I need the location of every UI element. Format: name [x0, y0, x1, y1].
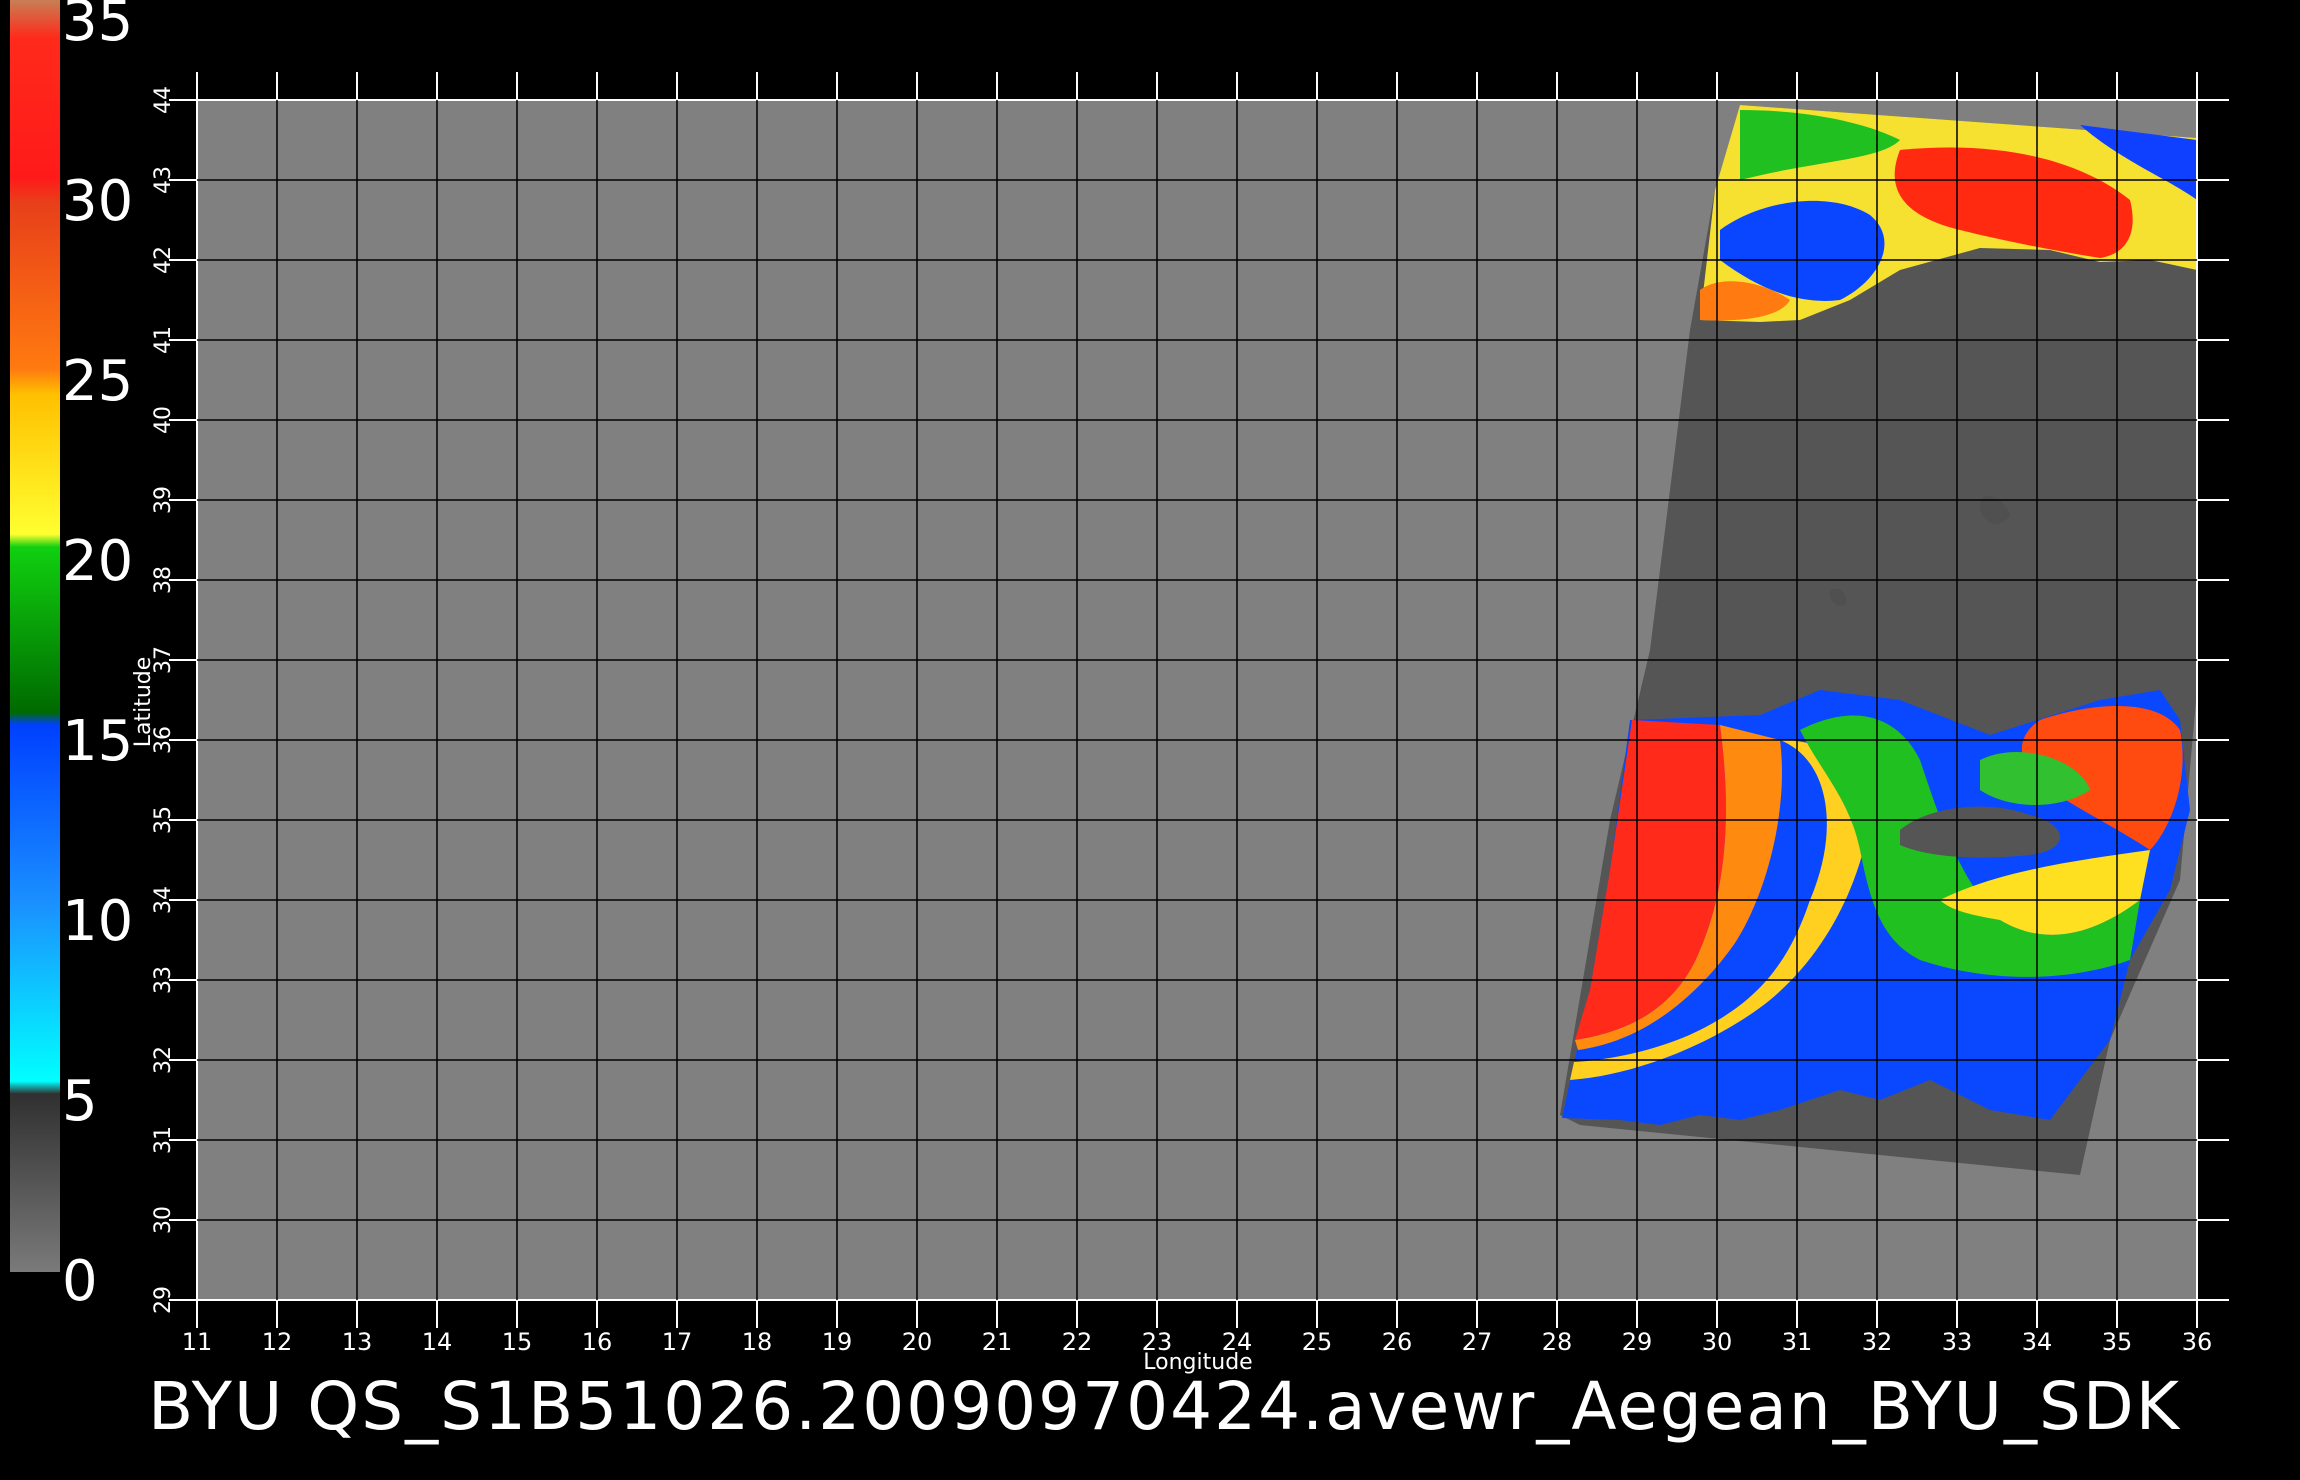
colorbar-tick-label: 30	[62, 169, 133, 234]
x-tick-label: 15	[502, 1328, 533, 1356]
x-tick-label: 28	[1542, 1328, 1573, 1356]
x-tick-label: 34	[2022, 1328, 2053, 1356]
y-tick-label: 38	[151, 566, 176, 594]
colorbar-tick-label: 0	[62, 1249, 98, 1314]
x-tick-label: 29	[1622, 1328, 1653, 1356]
y-tick-label: 40	[151, 406, 176, 434]
colorbar-tick-label: 10	[62, 889, 133, 954]
y-axis-label: Latitude	[131, 657, 156, 748]
y-tick-label: 42	[151, 246, 176, 274]
x-tick-label: 17	[662, 1328, 693, 1356]
x-tick-label: 13	[342, 1328, 373, 1356]
x-tick-label: 16	[582, 1328, 613, 1356]
x-tick-label: 26	[1382, 1328, 1413, 1356]
colorbar-tick-label: 15	[62, 709, 133, 774]
y-tick-label: 32	[151, 1046, 176, 1074]
x-tick-label: 11	[182, 1328, 213, 1356]
x-tick-label: 18	[742, 1328, 773, 1356]
y-tick-label: 44	[151, 86, 176, 114]
x-tick-label: 22	[1062, 1328, 1093, 1356]
colorbar-tick-label: 35	[62, 0, 133, 54]
y-tick-label: 34	[151, 886, 176, 914]
colorbar-tick-label: 5	[62, 1069, 98, 1134]
y-tick-label: 35	[151, 806, 176, 834]
x-tick-label: 36	[2182, 1328, 2213, 1356]
x-tick-label: 31	[1782, 1328, 1813, 1356]
colorbar-gradient	[10, 0, 60, 1272]
colorbar-tick-label: 25	[62, 349, 133, 414]
x-tick-label: 14	[422, 1328, 453, 1356]
x-tick-label: 30	[1702, 1328, 1733, 1356]
x-tick-label: 27	[1462, 1328, 1493, 1356]
x-tick-label: 19	[822, 1328, 853, 1356]
y-tick-label: 30	[151, 1206, 176, 1234]
caption: BYU QS_S1B51026.20090970424.avewr_Aegean…	[148, 1368, 2181, 1445]
y-tick-label: 39	[151, 486, 176, 514]
plot-area: 11 12 13 14 15 16 17 18 19 20 21 22 23 24 25 26 27 28 29 30…	[131, 72, 2229, 1375]
y-tick-label: 29	[151, 1286, 176, 1314]
x-tick-label: 32	[1862, 1328, 1893, 1356]
x-tick-label: 33	[1942, 1328, 1973, 1356]
y-tick-label: 43	[151, 166, 176, 194]
wind-map: 35 30 25 20 15 10 5 0 11 12 13 14 15 16 17 18 1…	[10, 0, 2229, 1375]
colorbar-tick-label: 20	[62, 529, 133, 594]
y-tick-label: 33	[151, 966, 176, 994]
x-tick-label: 21	[982, 1328, 1013, 1356]
x-tick-label: 25	[1302, 1328, 1333, 1356]
x-tick-label: 12	[262, 1328, 293, 1356]
x-tick-label: 20	[902, 1328, 933, 1356]
y-tick-label: 31	[151, 1126, 176, 1154]
x-tick-label: 35	[2102, 1328, 2133, 1356]
y-tick-label: 41	[151, 326, 176, 354]
colorbar: 35 30 25 20 15 10 5 0	[10, 0, 133, 1314]
